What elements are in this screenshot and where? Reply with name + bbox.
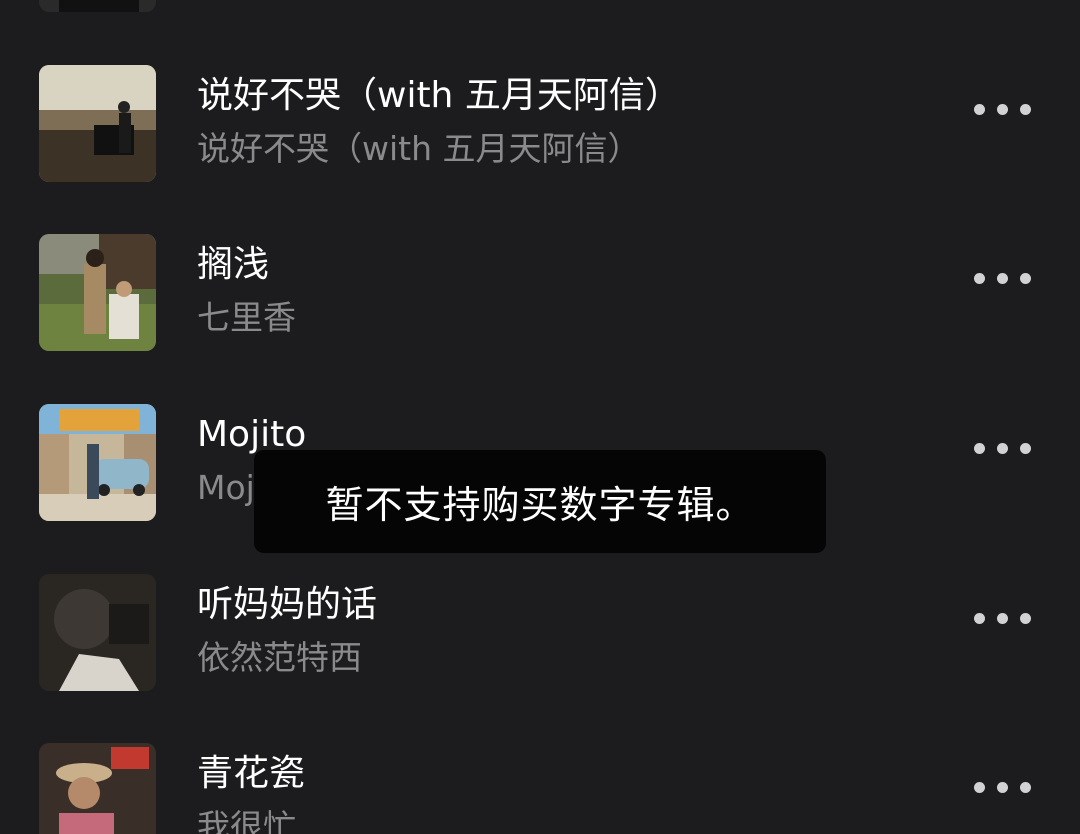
toast-message: 暂不支持购买数字专辑。	[325, 483, 755, 527]
song-album: 依然范特西	[197, 638, 362, 677]
album-cover-art	[39, 574, 156, 691]
song-album: 说好不哭（with 五月天阿信）	[197, 129, 641, 168]
album-cover[interactable]	[39, 234, 156, 351]
album-cover[interactable]	[39, 404, 156, 521]
dot-icon	[973, 442, 985, 454]
more-options-button[interactable]	[966, 777, 1038, 797]
song-row[interactable]: 说好不哭（with 五月天阿信） 说好不哭（with 五月天阿信）	[0, 65, 1080, 195]
album-cover-previous[interactable]	[39, 0, 156, 12]
song-row[interactable]: 青花瓷 我很忙	[0, 743, 1080, 834]
song-list-screen: 说好不哭（with 五月天阿信） 说好不哭（with 五月天阿信） 搁浅 七里香	[0, 0, 1080, 834]
album-cover-art	[39, 404, 156, 521]
dot-icon	[973, 103, 985, 115]
dot-icon	[1019, 442, 1031, 454]
dot-icon	[973, 272, 985, 284]
song-row[interactable]: 听妈妈的话 依然范特西	[0, 574, 1080, 704]
album-cover-art	[39, 743, 156, 834]
album-cover[interactable]	[39, 65, 156, 182]
dot-icon	[1019, 103, 1031, 115]
toast-notification: 暂不支持购买数字专辑。	[254, 450, 826, 553]
album-cover-art	[39, 234, 156, 351]
song-title: 搁浅	[197, 244, 270, 285]
more-options-button[interactable]	[966, 99, 1038, 119]
song-album: 我很忙	[197, 807, 296, 834]
dot-icon	[996, 272, 1008, 284]
album-cover-art	[39, 0, 156, 12]
album-cover[interactable]	[39, 743, 156, 834]
dot-icon	[996, 781, 1008, 793]
more-options-button[interactable]	[966, 608, 1038, 628]
dot-icon	[996, 612, 1008, 624]
song-title: 青花瓷	[197, 753, 306, 794]
dot-icon	[996, 442, 1008, 454]
album-cover-art	[39, 65, 156, 182]
dot-icon	[1019, 781, 1031, 793]
dot-icon	[973, 781, 985, 793]
song-row[interactable]: 搁浅 七里香	[0, 234, 1080, 364]
dot-icon	[973, 612, 985, 624]
dot-icon	[1019, 272, 1031, 284]
song-title: 听妈妈的话	[197, 584, 378, 625]
more-options-button[interactable]	[966, 438, 1038, 458]
dot-icon	[996, 103, 1008, 115]
song-title: 说好不哭（with 五月天阿信）	[197, 75, 681, 116]
more-options-button[interactable]	[966, 268, 1038, 288]
song-album: 七里香	[197, 298, 296, 337]
album-cover[interactable]	[39, 574, 156, 691]
dot-icon	[1019, 612, 1031, 624]
